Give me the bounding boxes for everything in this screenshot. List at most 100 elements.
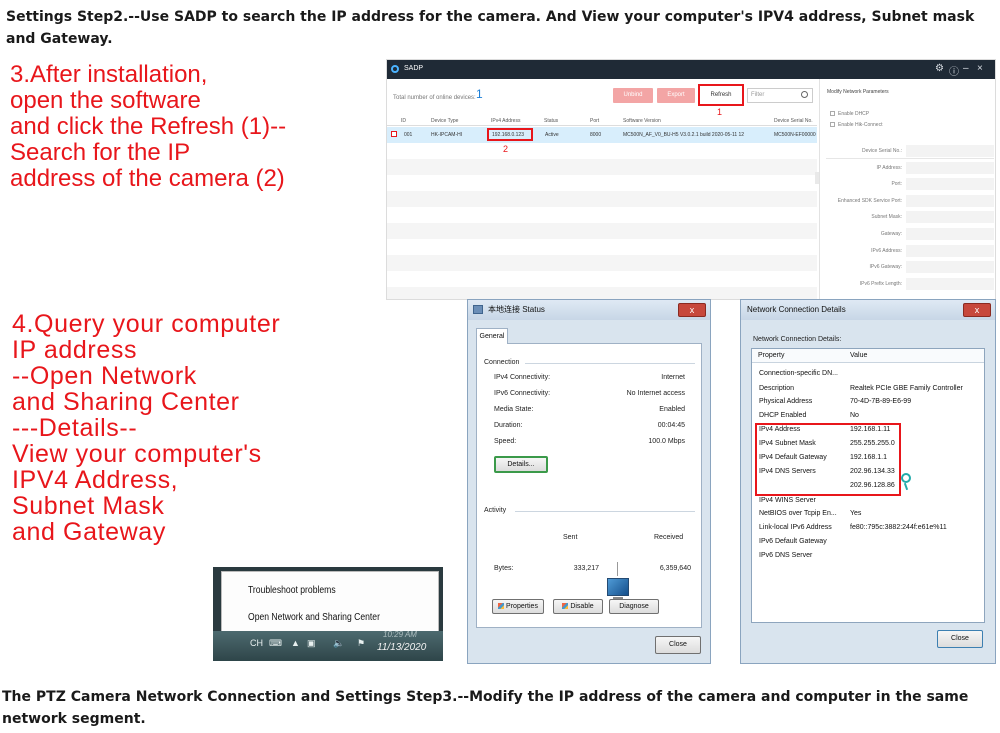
ip-highlight-box xyxy=(487,128,533,141)
instruction-line: View your computer's xyxy=(12,440,262,468)
shield-icon xyxy=(498,603,505,610)
details-list[interactable]: Property Value Connection-specific DN...… xyxy=(751,348,985,623)
instruction-line: IP address xyxy=(12,336,138,364)
ipv6-connectivity-label: IPv6 Connectivity: xyxy=(494,390,551,397)
property-cell: Connection-specific DN... xyxy=(759,370,838,377)
instruction-line: open the software xyxy=(10,87,201,114)
value-cell: No xyxy=(850,412,859,419)
media-state-value: Enabled xyxy=(659,406,685,413)
column-header[interactable]: Device Serial No. xyxy=(774,118,813,124)
enable-dhcp-checkbox[interactable]: Enable DHCP xyxy=(830,111,869,117)
dialog-titlebar: 本地连接 Status x xyxy=(468,300,710,320)
table-row[interactable]: 001 HK-IPCAM-HI 192.168.0.123 Active 800… xyxy=(387,127,817,143)
instruction-line: IPV4 Address, xyxy=(12,466,179,494)
field-label: IPv6 Gateway: xyxy=(869,264,902,270)
step2-caption: Settings Step2.--Use SADP to search the … xyxy=(6,9,975,47)
close-icon[interactable]: x xyxy=(678,303,706,317)
notification-flag-icon[interactable]: ⚑ xyxy=(357,638,365,649)
settings-gear-icon[interactable]: ⚙ xyxy=(935,63,944,74)
diagnose-button[interactable]: Diagnose xyxy=(609,599,659,614)
ipv6-prefix-field[interactable] xyxy=(906,278,994,290)
refresh-button[interactable]: Refresh xyxy=(698,84,744,106)
ip-marker: 2 xyxy=(503,144,509,154)
column-header[interactable]: ID xyxy=(401,118,406,124)
property-cell: IPv6 Default Gateway xyxy=(759,538,827,545)
column-header-value[interactable]: Value xyxy=(850,349,867,362)
bytes-label: Bytes: xyxy=(494,565,514,572)
column-header[interactable]: Software Version xyxy=(623,118,661,124)
device-table-header: ID Device Type IPv4 Address Status Port … xyxy=(387,115,817,126)
ipv6-gateway-field[interactable] xyxy=(906,261,994,273)
enable-hik-checkbox[interactable]: Enable Hik-Connect xyxy=(830,122,882,128)
details-heading: Network Connection Details: xyxy=(753,336,842,343)
speed-value: 100.0 Mbps xyxy=(648,438,685,445)
show-hidden-icons-icon[interactable]: ▲ xyxy=(291,638,300,648)
subnet-mask-field[interactable] xyxy=(906,211,994,223)
export-button[interactable]: Export xyxy=(657,88,695,103)
connection-details-dialog: Network Connection Details x Network Con… xyxy=(740,299,996,664)
tray-date[interactable]: 11/13/2020 xyxy=(377,642,426,653)
step3-caption: The PTZ Camera Network Connection and Se… xyxy=(2,689,969,727)
total-devices-count: 1 xyxy=(476,87,483,101)
property-cell: Physical Address xyxy=(759,398,813,405)
close-icon[interactable]: x xyxy=(963,303,991,317)
connection-group-label: Connection xyxy=(484,359,520,366)
empty-row xyxy=(387,255,817,271)
port-field[interactable] xyxy=(906,178,994,190)
dialog-title: Network Connection Details xyxy=(747,305,846,314)
volume-icon[interactable]: 🔈 xyxy=(333,638,344,649)
instruction-line: address of the camera (2) xyxy=(10,165,285,192)
value-cell: 70-4D-7B-89-E6-99 xyxy=(850,398,912,405)
taskbar-crop: Troubleshoot problems Open Network and S… xyxy=(213,567,443,661)
network-context-menu: Troubleshoot problems Open Network and S… xyxy=(221,571,439,632)
panel-title: Modify Network Parameters xyxy=(827,89,889,95)
instruction-step4: 4.Query your computer IP address --Open … xyxy=(12,311,392,545)
column-header-property[interactable]: Property xyxy=(758,349,784,362)
enable-hik-label: Enable Hik-Connect xyxy=(838,122,883,128)
field-label: Device Serial No.: xyxy=(861,148,902,154)
column-header[interactable]: Status xyxy=(544,118,558,124)
cell-serial: MC500N-EF00000 xyxy=(774,132,816,138)
close-button[interactable]: Close xyxy=(655,636,701,654)
tray-time[interactable]: 10:29 AM xyxy=(383,630,417,639)
close-button[interactable]: Close xyxy=(937,630,983,648)
menu-item-network-sharing-center[interactable]: Open Network and Sharing Center xyxy=(248,612,380,623)
serial-field[interactable] xyxy=(906,145,994,157)
column-header[interactable]: Port xyxy=(590,118,599,124)
details-list-header: Property Value xyxy=(752,349,984,363)
network-tray-icon[interactable]: ▣ xyxy=(307,638,316,649)
sent-label: Sent xyxy=(563,534,578,541)
menu-item-troubleshoot[interactable]: Troubleshoot problems xyxy=(248,585,336,596)
bytes-sent-value: 333,217 xyxy=(573,565,599,572)
field-label: IP Address: xyxy=(876,165,902,171)
gateway-field[interactable] xyxy=(906,228,994,240)
input-language-indicator[interactable]: CH xyxy=(250,638,263,648)
duration-value: 00:04:45 xyxy=(657,422,685,429)
instruction-step3: 3.After installation, open the software … xyxy=(10,62,380,192)
general-panel: Connection IPv4 Connectivity: Internet I… xyxy=(476,343,702,628)
ip-address-field[interactable] xyxy=(906,162,994,174)
unbind-button[interactable]: Unbind xyxy=(613,88,653,103)
dialog-titlebar: Network Connection Details x xyxy=(741,300,995,320)
properties-button[interactable]: Properties xyxy=(492,599,544,614)
column-header[interactable]: IPv4 Address xyxy=(491,118,520,124)
disable-button[interactable]: Disable xyxy=(553,599,603,614)
empty-row xyxy=(387,223,817,239)
row-checkbox[interactable] xyxy=(391,131,397,137)
ipv6-address-field[interactable] xyxy=(906,245,994,257)
filter-input[interactable]: Filter xyxy=(747,88,813,103)
info-icon[interactable]: ⓘ xyxy=(949,63,959,78)
property-cell: NetBIOS over Tcpip En... xyxy=(759,510,837,517)
close-icon[interactable]: × xyxy=(977,63,983,74)
keyboard-icon[interactable]: ⌨ xyxy=(269,638,282,649)
sadp-app-name: SADP xyxy=(404,65,424,72)
minimize-icon[interactable]: – xyxy=(963,63,969,74)
column-header[interactable]: Device Type xyxy=(431,118,458,124)
tab-general[interactable]: General xyxy=(476,328,508,344)
sadp-titlebar: SADP ⚙ ⓘ – × xyxy=(387,60,995,79)
sdk-port-field[interactable] xyxy=(906,195,994,207)
search-icon[interactable] xyxy=(801,91,808,98)
media-state-label: Media State: xyxy=(494,406,534,413)
details-button[interactable]: Details... xyxy=(494,456,548,473)
instruction-line: and Sharing Center xyxy=(12,388,240,416)
